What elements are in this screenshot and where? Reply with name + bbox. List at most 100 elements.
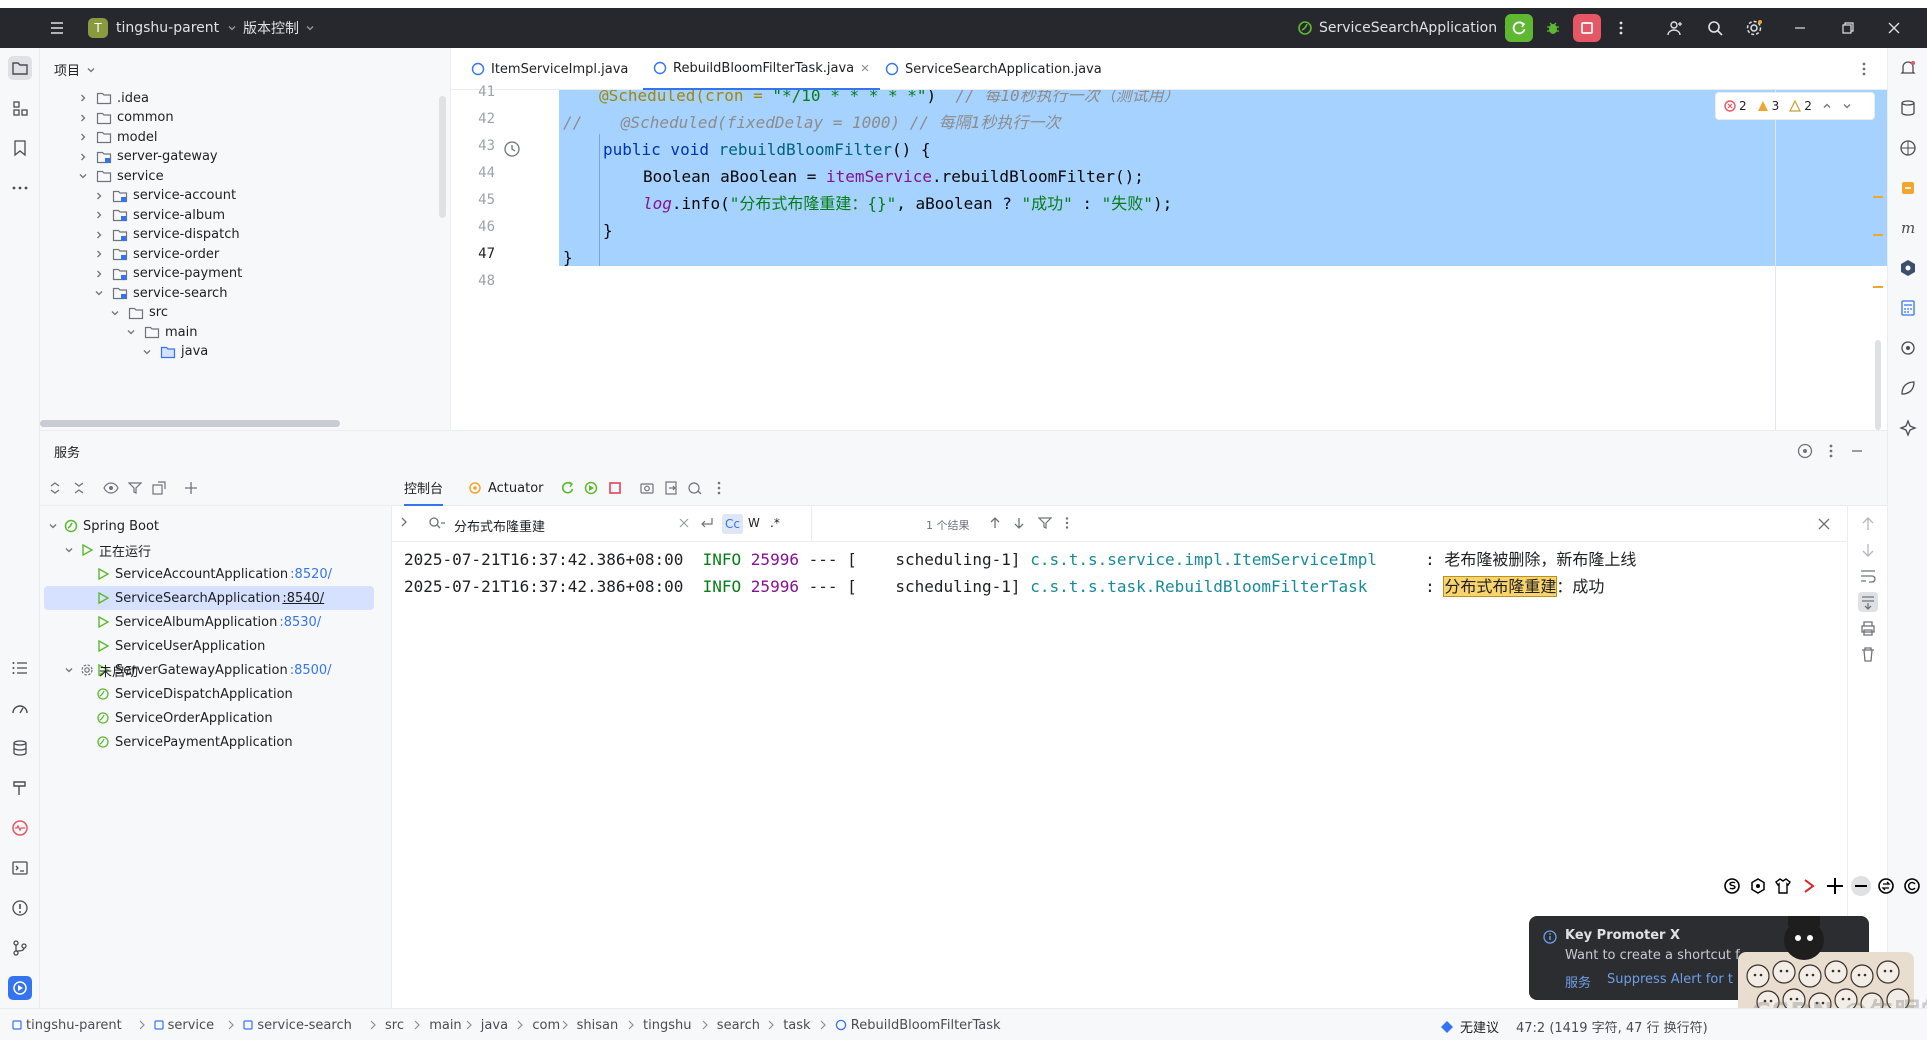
service-item[interactable]: ServiceAlbumApplication:8530/	[96, 610, 321, 634]
sync-icon[interactable]	[1898, 338, 1918, 358]
close-search-icon[interactable]	[1817, 517, 1831, 531]
search-input[interactable]: 分布式布隆重建	[454, 516, 545, 535]
shirt-tool-icon[interactable]	[1774, 876, 1794, 896]
rerun-button[interactable]	[1505, 14, 1533, 42]
expand-all-icon[interactable]	[46, 479, 64, 497]
restore-window-icon[interactable]	[1834, 14, 1862, 42]
chevron-up-icon[interactable]	[1822, 101, 1832, 111]
service-item[interactable]: ServiceOrderApplication	[96, 706, 273, 730]
project-vertical-scrollbar[interactable]	[439, 96, 446, 218]
breadcrumb-item[interactable]: RebuildBloomFilterTask	[835, 1009, 1001, 1041]
service-item[interactable]: ServiceUserApplication	[96, 634, 265, 658]
database-icon[interactable]	[8, 736, 32, 760]
key-promoter-services-link[interactable]: 服务	[1565, 972, 1591, 991]
breadcrumb-item[interactable]: tingshu-parent	[12, 1009, 122, 1041]
clear-trash-icon[interactable]	[1858, 644, 1878, 664]
swap-tool-icon[interactable]	[1877, 876, 1897, 896]
minimize-panel-icon[interactable]	[1848, 442, 1866, 460]
notifications-bell-icon[interactable]	[1898, 58, 1918, 78]
services-icon[interactable]	[8, 976, 32, 1000]
service-item[interactable]: ServiceDispatchApplication	[96, 682, 293, 706]
plugin-hex-icon[interactable]	[1898, 258, 1918, 278]
chevron-right-icon[interactable]	[92, 247, 106, 261]
chevron-right-icon[interactable]	[92, 208, 106, 222]
show-eye-icon[interactable]	[102, 479, 120, 497]
chevron-right-icon[interactable]	[92, 267, 106, 281]
breadcrumb-item[interactable]: main	[429, 1009, 461, 1041]
tab-more-icon[interactable]	[1855, 60, 1873, 78]
chevron-down-icon[interactable]	[124, 325, 138, 339]
database-icon[interactable]	[1898, 98, 1918, 118]
breadcrumb-item[interactable]: task	[783, 1009, 810, 1041]
code-with-me-icon[interactable]	[1661, 14, 1689, 42]
service-port-link[interactable]: :8530/	[279, 615, 321, 630]
clear-search-icon[interactable]	[678, 517, 690, 529]
project-horizontal-scrollbar[interactable]	[40, 420, 340, 427]
search-icon[interactable]	[1701, 14, 1729, 42]
chevron-right-icon[interactable]	[398, 516, 410, 528]
scroll-to-end-icon[interactable]	[1858, 592, 1878, 612]
chevron-down-icon[interactable]	[140, 345, 154, 359]
breadcrumb-item[interactable]: java	[481, 1009, 508, 1041]
ai-suggestion-widget[interactable]: 无建议	[1440, 1017, 1499, 1036]
breadcrumb-item[interactable]: service-search	[243, 1009, 352, 1041]
scroll-up-icon[interactable]	[1858, 514, 1878, 534]
git-icon[interactable]	[8, 936, 32, 960]
stop-icon[interactable]	[606, 479, 624, 497]
match-case-toggle[interactable]: Cc	[722, 514, 743, 534]
tab-actuator[interactable]: Actuator	[468, 470, 544, 506]
chevron-right-icon[interactable]	[76, 91, 90, 105]
more-actions-icon[interactable]	[1822, 442, 1840, 460]
spring-boot-group[interactable]: Spring Boot	[48, 514, 159, 538]
project-switcher[interactable]: T tingshu-parent	[88, 8, 237, 48]
filter-icon[interactable]	[126, 479, 144, 497]
chevron-right-icon[interactable]	[76, 111, 90, 125]
more-actions-icon[interactable]	[1607, 14, 1635, 42]
service-item[interactable]: ServiceSearchApplication:8540/	[44, 586, 374, 610]
dump-threads-icon[interactable]	[686, 479, 704, 497]
breadcrumb-item[interactable]: service	[153, 1009, 214, 1041]
plugin-orange-icon[interactable]	[1898, 178, 1918, 198]
arrow-tool-icon[interactable]	[1799, 876, 1819, 896]
project-folder-icon[interactable]	[8, 56, 32, 80]
more-actions-icon[interactable]	[1060, 516, 1074, 530]
soft-wrap-icon[interactable]	[1858, 566, 1878, 586]
vcs-menu[interactable]: 版本控制	[243, 8, 315, 48]
service-item[interactable]: ServicePaymentApplication	[96, 730, 293, 754]
s-logo-icon[interactable]	[1722, 876, 1742, 896]
project-tree-item[interactable]: java	[140, 340, 208, 364]
structure-icon[interactable]	[8, 96, 32, 120]
screenshot-camera-icon[interactable]	[638, 479, 656, 497]
exit-icon[interactable]	[662, 479, 680, 497]
bookmark-icon[interactable]	[8, 136, 32, 160]
breadcrumb-item[interactable]: shisan	[577, 1009, 619, 1041]
close-window-icon[interactable]	[1880, 14, 1908, 42]
service-port-link[interactable]: :8500/	[290, 663, 332, 678]
inspection-widget[interactable]: 2 3 2	[1715, 92, 1875, 120]
whole-words-toggle[interactable]: W	[748, 516, 760, 530]
error-count[interactable]: 2	[1724, 99, 1747, 113]
profiler-icon[interactable]	[8, 696, 32, 720]
service-item[interactable]: ServiceAccountApplication:8520/	[96, 562, 332, 586]
terminal-icon[interactable]	[8, 856, 32, 880]
move-tool-icon[interactable]	[1825, 876, 1845, 896]
calculator-icon[interactable]	[1898, 298, 1918, 318]
panel-options-icon[interactable]	[1796, 442, 1814, 460]
running-group[interactable]: 正在运行	[64, 538, 151, 562]
stop-button[interactable]	[1573, 14, 1601, 42]
tab-rebuildbloomfiltertask[interactable]: RebuildBloomFilterTask.java	[643, 48, 881, 90]
arrow-down-icon[interactable]	[1012, 516, 1026, 530]
chevron-down-icon[interactable]	[76, 169, 90, 183]
breadcrumb-item[interactable]: search	[717, 1009, 760, 1041]
restart-icon[interactable]	[582, 479, 600, 497]
filter-icon[interactable]	[1038, 516, 1052, 530]
rerun-icon[interactable]	[558, 479, 576, 497]
arrow-up-icon[interactable]	[988, 516, 1002, 530]
warning-count[interactable]: 3	[1757, 99, 1779, 113]
debug-icon[interactable]	[1539, 14, 1567, 42]
hex-tool-icon[interactable]	[1748, 876, 1768, 896]
chevron-down-icon[interactable]	[1842, 101, 1852, 111]
more-tools-icon[interactable]	[8, 176, 32, 200]
ai-assistant-icon[interactable]	[1898, 418, 1918, 438]
more-actions-icon[interactable]	[710, 479, 728, 497]
